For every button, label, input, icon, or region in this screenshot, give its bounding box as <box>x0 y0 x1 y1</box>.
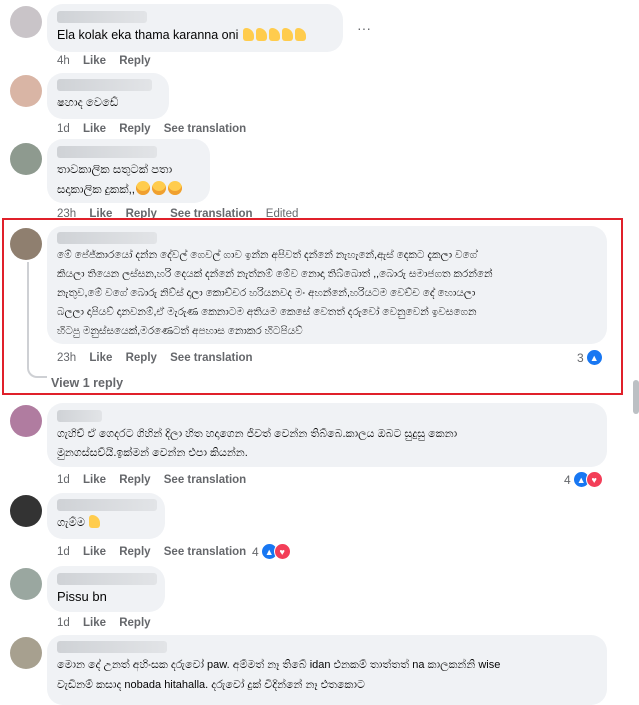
commenter-name[interactable] <box>57 410 102 422</box>
love-reaction-icon: ♥ <box>585 471 603 488</box>
see-translation-button[interactable]: See translation <box>170 352 252 364</box>
love-reaction-icon: ♥ <box>273 543 291 560</box>
comment-actions: 1d Like Reply See translation <box>57 474 256 486</box>
comment-actions: 1d Like Reply See translation <box>57 123 256 135</box>
comment-actions: 23h Like Reply See translation <box>57 352 263 364</box>
commenter-name[interactable] <box>57 499 157 511</box>
reply-button[interactable]: Reply <box>119 55 150 67</box>
crying-face-emoji <box>151 181 166 195</box>
reply-button[interactable]: Reply <box>119 546 150 558</box>
like-button[interactable]: Like <box>83 123 106 135</box>
commenter-name[interactable] <box>57 641 167 653</box>
avatar[interactable] <box>10 143 42 175</box>
comment-text: ගැහිච් ඒ ගෙදරට ගිහින් දිලා හිත හදාගෙන ජි… <box>57 428 458 459</box>
comment-actions: 4h Like Reply <box>57 55 161 67</box>
comment-time[interactable]: 4h <box>57 55 70 67</box>
more-options-icon[interactable]: ··· <box>357 20 371 36</box>
view-replies-link[interactable]: View 1 reply <box>51 376 123 390</box>
comment-text: ෂහාද වෙඩේ <box>57 97 119 109</box>
avatar[interactable] <box>10 228 42 260</box>
like-button[interactable]: Like <box>83 474 106 486</box>
reply-button[interactable]: Reply <box>119 474 150 486</box>
thumbs-up-emoji <box>294 28 306 41</box>
comment-text: ගැම්ම <box>57 513 101 534</box>
like-button[interactable]: Like <box>83 617 106 629</box>
crying-face-emoji <box>167 181 182 195</box>
reply-button[interactable]: Reply <box>119 617 150 629</box>
commenter-name[interactable] <box>57 573 157 585</box>
thumbs-up-emoji <box>88 515 100 528</box>
avatar[interactable] <box>10 637 42 669</box>
reply-button[interactable]: Reply <box>119 123 150 135</box>
reaction-count[interactable]: 4 ▲ ♥ <box>564 471 603 488</box>
crying-face-emoji <box>135 181 150 195</box>
comment-text: Ela kolak eka thama karanna oni <box>57 25 307 46</box>
comment-text: Pissu bn <box>57 589 107 604</box>
comment-text: මොන දේ උනත් අහිංසක දරුවෝ paw. අම්මත් නෑ … <box>57 659 501 691</box>
reaction-count[interactable]: 3 ▲ <box>577 349 603 366</box>
comment-actions: 1d Like Reply <box>57 617 161 629</box>
see-translation-button[interactable]: See translation <box>164 123 246 135</box>
reply-button[interactable]: Reply <box>126 352 157 364</box>
comment-time[interactable]: 1d <box>57 123 70 135</box>
comment-actions: 1d Like Reply See translation <box>57 546 256 558</box>
commenter-name[interactable] <box>57 11 147 23</box>
thumbs-up-emoji <box>281 28 293 41</box>
comment-text: මේ පේජ්කාරයෝ දන්න දේවල් ගෙවල් ගාව ඉන්න අ… <box>57 249 493 337</box>
like-button[interactable]: Like <box>89 352 112 364</box>
thumbs-up-emoji <box>255 28 267 41</box>
comment-text: තාවකාලික සතුටක් පතා සදාකාලික දුකක්,, <box>57 160 183 200</box>
see-translation-button[interactable]: See translation <box>164 546 246 558</box>
reaction-count[interactable]: 4 ▲ ♥ <box>252 543 291 560</box>
comment-time[interactable]: 1d <box>57 546 70 558</box>
commenter-name[interactable] <box>57 79 152 91</box>
comment-time[interactable]: 1d <box>57 474 70 486</box>
see-translation-button[interactable]: See translation <box>164 474 246 486</box>
thumbs-up-emoji <box>242 28 254 41</box>
reply-thread-line <box>27 262 47 378</box>
comment-time[interactable]: 1d <box>57 617 70 629</box>
avatar[interactable] <box>10 6 42 38</box>
thumbs-up-emoji <box>268 28 280 41</box>
avatar[interactable] <box>10 568 42 600</box>
comment-time[interactable]: 23h <box>57 352 76 364</box>
avatar[interactable] <box>10 405 42 437</box>
commenter-name[interactable] <box>57 146 157 158</box>
like-reaction-icon: ▲ <box>585 349 603 366</box>
like-button[interactable]: Like <box>83 546 106 558</box>
commenter-name[interactable] <box>57 232 157 244</box>
scrollbar-thumb[interactable] <box>633 380 639 414</box>
avatar[interactable] <box>10 75 42 107</box>
avatar[interactable] <box>10 495 42 527</box>
like-button[interactable]: Like <box>83 55 106 67</box>
